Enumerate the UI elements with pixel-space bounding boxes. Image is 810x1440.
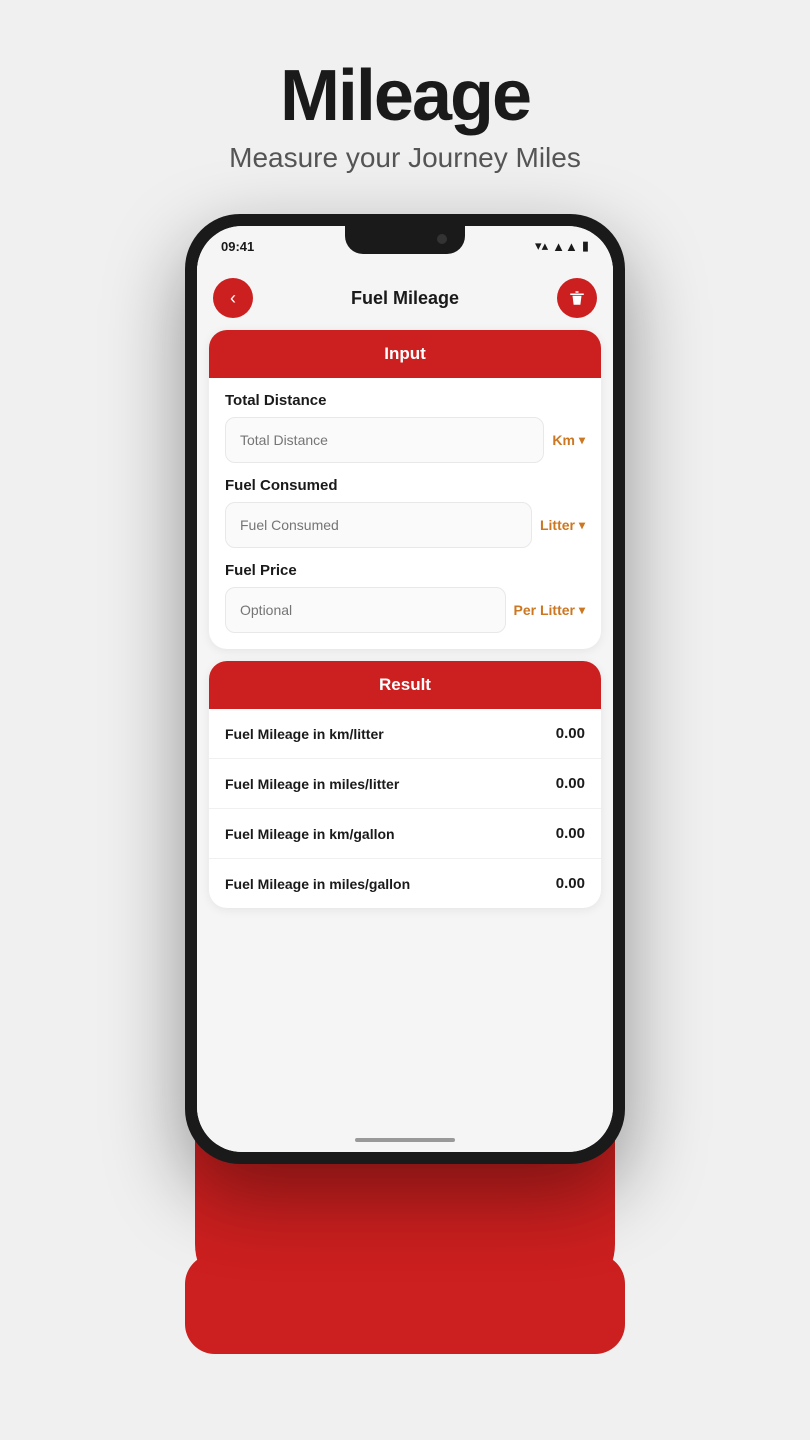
total-distance-unit[interactable]: Km ▾ — [552, 432, 585, 448]
fuel-consumed-label: Fuel Consumed — [225, 477, 585, 494]
status-bar: 09:41 ▾▴ ▲▲ ▮ — [197, 226, 613, 266]
result-row-0: Fuel Mileage in km/litter 0.00 — [209, 709, 601, 759]
page-subtitle: Measure your Journey Miles — [229, 142, 581, 174]
total-distance-unit-label: Km — [552, 432, 575, 448]
top-nav: ‹ Fuel Mileage — [197, 266, 613, 330]
total-distance-group: Total Distance Km ▾ — [209, 378, 601, 463]
status-time: 09:41 — [221, 239, 254, 254]
result-value-1: 0.00 — [535, 775, 585, 792]
result-row-1: Fuel Mileage in miles/litter 0.00 — [209, 759, 601, 809]
result-value-0: 0.00 — [535, 725, 585, 742]
fuel-consumed-group: Fuel Consumed Litter ▾ — [209, 463, 601, 548]
result-value-2: 0.00 — [535, 825, 585, 842]
trash-button[interactable] — [557, 278, 597, 318]
result-label-1: Fuel Mileage in miles/litter — [225, 776, 535, 792]
input-header: Input — [209, 330, 601, 378]
fuel-price-label: Fuel Price — [225, 562, 585, 579]
fuel-price-group: Fuel Price Per Litter ▾ — [209, 548, 601, 633]
camera-notch — [437, 234, 447, 244]
result-label-2: Fuel Mileage in km/gallon — [225, 826, 535, 842]
app-content: ‹ Fuel Mileage Input Total Distance — [197, 266, 613, 1128]
total-distance-input[interactable] — [225, 417, 544, 463]
back-button[interactable]: ‹ — [213, 278, 253, 318]
fuel-consumed-unit[interactable]: Litter ▾ — [540, 517, 585, 533]
red-decoration-bottom — [185, 1254, 625, 1354]
fuel-consumed-row: Litter ▾ — [225, 502, 585, 548]
chevron-down-icon: ▾ — [579, 603, 585, 617]
trash-icon — [568, 289, 586, 307]
fuel-price-unit[interactable]: Per Litter ▾ — [514, 602, 586, 618]
result-row-2: Fuel Mileage in km/gallon 0.00 — [209, 809, 601, 859]
result-header: Result — [209, 661, 601, 709]
fuel-consumed-unit-label: Litter — [540, 517, 575, 533]
home-indicator — [197, 1128, 613, 1152]
home-bar — [355, 1138, 455, 1142]
chevron-down-icon: ▾ — [579, 518, 585, 532]
result-label-0: Fuel Mileage in km/litter — [225, 726, 535, 742]
result-value-3: 0.00 — [535, 875, 585, 892]
phone-frame: 09:41 ▾▴ ▲▲ ▮ ‹ Fuel Mileage — [185, 214, 625, 1164]
status-icons: ▾▴ ▲▲ ▮ — [535, 238, 589, 254]
phone-screen: 09:41 ▾▴ ▲▲ ▮ ‹ Fuel Mileage — [197, 226, 613, 1152]
result-label-3: Fuel Mileage in miles/gallon — [225, 876, 535, 892]
page-header: Mileage Measure your Journey Miles — [229, 0, 581, 174]
wifi-icon: ▾▴ — [535, 238, 548, 254]
fuel-consumed-input[interactable] — [225, 502, 532, 548]
chevron-down-icon: ▾ — [579, 433, 585, 447]
fuel-price-row: Per Litter ▾ — [225, 587, 585, 633]
fuel-price-unit-label: Per Litter — [514, 602, 575, 618]
input-card: Input Total Distance Km ▾ — [209, 330, 601, 649]
notch — [345, 226, 465, 254]
nav-title: Fuel Mileage — [351, 288, 459, 309]
total-distance-label: Total Distance — [225, 392, 585, 409]
fuel-price-input[interactable] — [225, 587, 506, 633]
result-row-3: Fuel Mileage in miles/gallon 0.00 — [209, 859, 601, 908]
battery-icon: ▮ — [582, 238, 589, 254]
page-title: Mileage — [229, 60, 581, 132]
signal-icon: ▲▲ — [552, 239, 578, 254]
total-distance-row: Km ▾ — [225, 417, 585, 463]
phone-container: 09:41 ▾▴ ▲▲ ▮ ‹ Fuel Mileage — [160, 214, 650, 1274]
result-card: Result Fuel Mileage in km/litter 0.00 Fu… — [209, 661, 601, 908]
